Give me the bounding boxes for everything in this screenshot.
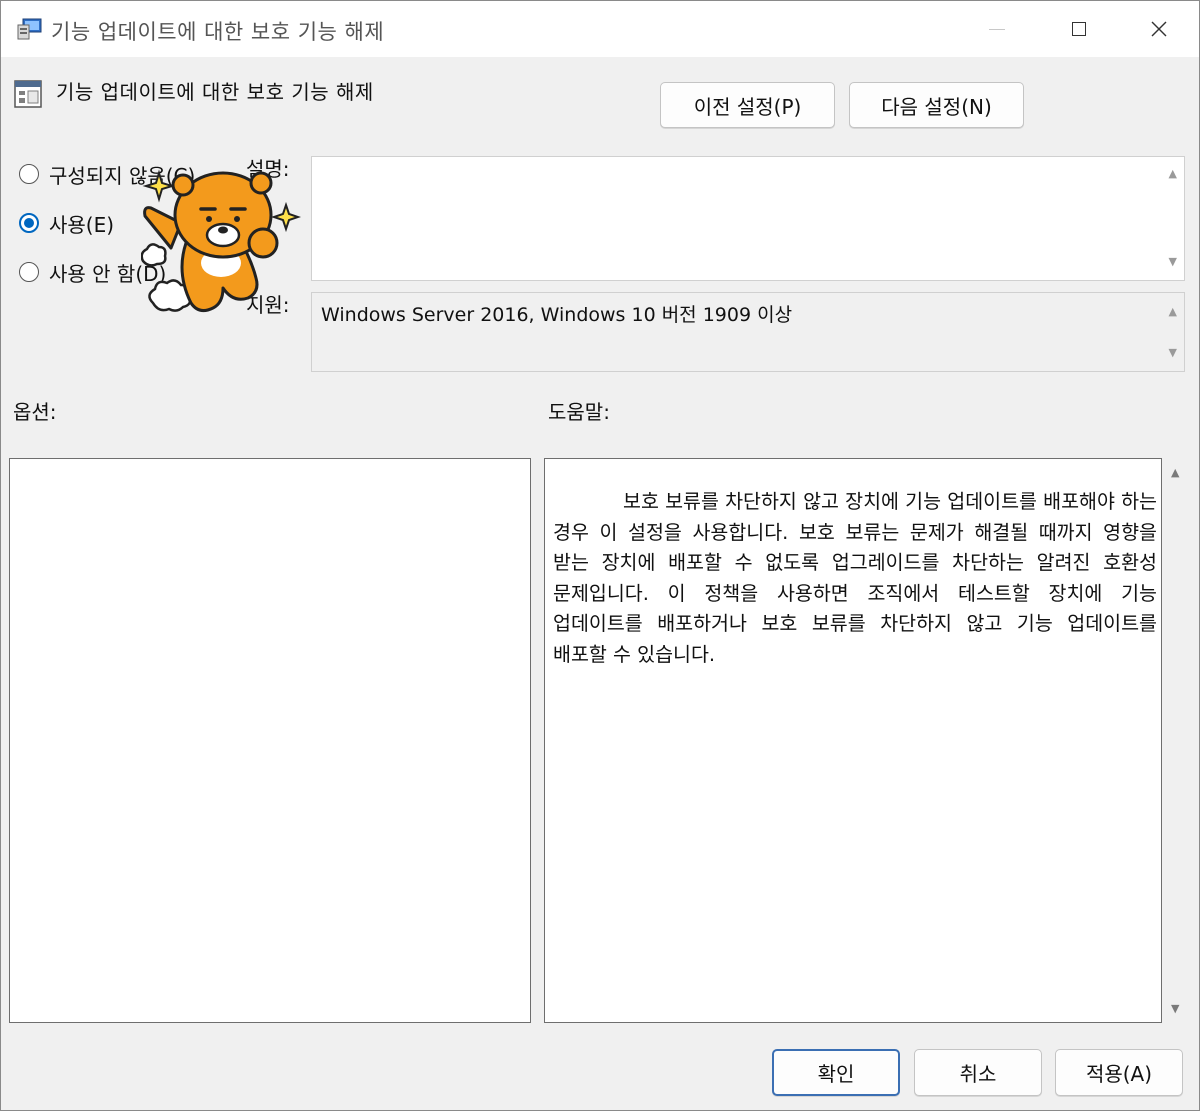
policy-setting-icon xyxy=(14,80,42,108)
radio-disabled-indicator[interactable] xyxy=(19,262,39,282)
scroll-up-icon[interactable]: ▲ xyxy=(1169,167,1177,180)
bear-mascot-sticker xyxy=(141,169,301,313)
policy-title: 기능 업데이트에 대한 보호 기능 해제 xyxy=(56,80,374,104)
scroll-down-icon[interactable]: ▼ xyxy=(1169,255,1177,268)
radio-enabled[interactable]: 사용(E) xyxy=(19,210,115,237)
policy-app-icon xyxy=(17,18,42,40)
help-text: 보호 보류를 차단하지 않고 장치에 기능 업데이트를 배포해야 하는 경우 이… xyxy=(553,490,1157,666)
ok-button[interactable]: 확인 xyxy=(772,1049,900,1096)
options-panel[interactable] xyxy=(9,458,531,1023)
help-label: 도움말: xyxy=(548,400,610,424)
minimize-button[interactable] xyxy=(957,1,1037,57)
window-title: 기능 업데이트에 대한 보호 기능 해제 xyxy=(51,20,385,44)
radio-not-configured-indicator[interactable] xyxy=(19,164,39,184)
next-setting-button[interactable]: 다음 설정(N) xyxy=(849,82,1024,128)
minimize-icon xyxy=(989,28,1005,30)
title-bar[interactable]: 기능 업데이트에 대한 보호 기능 해제 xyxy=(1,1,1199,57)
radio-enabled-label: 사용(E) xyxy=(49,212,115,237)
apply-button[interactable]: 적용(A) xyxy=(1055,1049,1183,1096)
cancel-button[interactable]: 취소 xyxy=(914,1049,1042,1096)
supported-textbox: Windows Server 2016, Windows 10 버전 1909 … xyxy=(311,292,1185,372)
help-panel[interactable]: 보호 보류를 차단하지 않고 장치에 기능 업데이트를 배포해야 하는 경우 이… xyxy=(544,458,1162,1023)
close-icon xyxy=(1151,21,1167,37)
maximize-icon xyxy=(1072,22,1086,36)
radio-enabled-indicator[interactable] xyxy=(19,213,39,233)
comment-textbox[interactable]: ▲ ▼ xyxy=(311,156,1185,281)
scroll-down-icon[interactable]: ▼ xyxy=(1171,1002,1179,1015)
supported-value: Windows Server 2016, Windows 10 버전 1909 … xyxy=(321,304,793,326)
previous-setting-button[interactable]: 이전 설정(P) xyxy=(660,82,835,128)
scroll-down-icon[interactable]: ▼ xyxy=(1169,346,1177,359)
options-label: 옵션: xyxy=(13,400,57,424)
close-button[interactable] xyxy=(1119,1,1199,57)
scroll-up-icon[interactable]: ▲ xyxy=(1171,466,1179,479)
maximize-button[interactable] xyxy=(1039,1,1119,57)
policy-dialog: 기능 업데이트에 대한 보호 기능 해제 기능 업데이트에 대한 보호 기능 해… xyxy=(0,0,1200,1111)
scroll-up-icon[interactable]: ▲ xyxy=(1169,305,1177,318)
